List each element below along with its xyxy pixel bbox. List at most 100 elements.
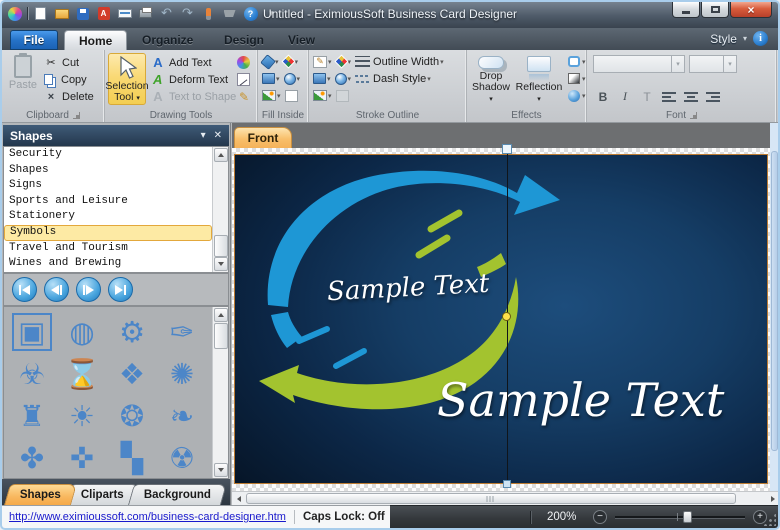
last-page-button[interactable] (108, 277, 133, 302)
glow-style-button[interactable]: ▾ (565, 88, 587, 104)
shape-thumb[interactable]: ☀ (62, 397, 102, 435)
panel-close-icon[interactable]: ✕ (214, 130, 222, 141)
cut-button[interactable]: ✂Cut (44, 54, 94, 71)
open-file-icon[interactable] (53, 5, 70, 22)
selection-node-icon[interactable] (502, 312, 511, 321)
stroke-image-button[interactable]: ▾ (312, 88, 333, 104)
category-item-wines[interactable]: Wines and Brewing (4, 256, 212, 272)
panel-collapse-icon[interactable]: ▾ (201, 130, 206, 141)
shape-grid-scrollbar[interactable] (212, 307, 228, 478)
tab-organize[interactable]: Organize (128, 30, 207, 50)
font-family-select[interactable]: ▾ (593, 55, 685, 73)
shape-thumb[interactable]: ❖ (112, 355, 152, 393)
scroll-up-icon[interactable] (214, 308, 228, 322)
shape-thumb[interactable]: ❧ (162, 397, 202, 435)
tab-view[interactable]: View (274, 30, 329, 50)
format-brush-icon[interactable] (200, 5, 217, 22)
save-icon[interactable] (74, 5, 91, 22)
new-document-icon[interactable] (32, 5, 49, 22)
canvas-horizontal-scrollbar[interactable] (232, 491, 779, 505)
align-right-button[interactable] (703, 88, 723, 105)
shape-thumb[interactable]: ✤ (12, 439, 52, 477)
undo-icon[interactable]: ↶ (158, 5, 175, 22)
shape-thumb[interactable]: ☣ (12, 355, 52, 393)
website-link[interactable]: http://www.eximioussoft.com/business-car… (9, 511, 286, 523)
scroll-right-icon[interactable] (766, 493, 779, 505)
paste-button[interactable]: Paste (4, 53, 42, 105)
category-item-stationery[interactable]: Stationery (4, 209, 212, 225)
outline-width-dropdown[interactable]: Outline Width▾ (354, 54, 445, 70)
scroll-left-icon[interactable] (232, 493, 245, 505)
zoom-in-button[interactable]: + (753, 510, 767, 524)
business-card[interactable]: Sample Text Sample Text (234, 154, 768, 484)
selection-handle-top[interactable] (502, 144, 512, 154)
drop-shadow-button[interactable]: DropShadow ▾ (469, 53, 513, 105)
close-button[interactable]: × (730, 2, 772, 18)
tab-design[interactable]: Design (210, 30, 278, 50)
next-page-button[interactable] (76, 277, 101, 302)
card-setup-icon[interactable] (116, 5, 133, 22)
color-wheel-button[interactable] (237, 54, 251, 71)
app-logo-icon[interactable] (6, 5, 23, 22)
style-caret-icon[interactable]: ▾ (743, 34, 747, 43)
tab-background[interactable]: Background (128, 484, 227, 505)
scrollbar-thumb[interactable] (246, 493, 736, 504)
zoom-slider[interactable] (615, 516, 745, 518)
delete-button[interactable]: ×Delete (44, 88, 94, 105)
shape-thumb[interactable]: ✑ (162, 313, 202, 351)
category-item-symbols-selected[interactable]: Symbols (4, 225, 212, 241)
copy-button[interactable]: Copy (44, 71, 94, 88)
redo-icon[interactable]: ↷ (179, 5, 196, 22)
fill-current-swatch[interactable] (284, 88, 299, 104)
maximize-button[interactable] (701, 2, 729, 18)
canvas-vertical-scrollbar[interactable] (770, 123, 779, 491)
category-item-sports[interactable]: Sports and Leisure (4, 194, 212, 210)
font-size-select[interactable]: ▾ (689, 55, 737, 73)
fill-radial-button[interactable]: ▾ (283, 71, 302, 87)
shopping-cart-icon[interactable] (221, 5, 238, 22)
scroll-up-icon[interactable] (214, 148, 228, 162)
shape-thumb[interactable]: ✺ (162, 355, 202, 393)
tab-home[interactable]: Home (64, 30, 127, 50)
export-pdf-icon[interactable]: A (95, 5, 112, 22)
stroke-gradient-button[interactable]: ▾ (335, 54, 353, 70)
fill-gradient-button[interactable]: ▾ (282, 54, 300, 70)
edit-nodes-button[interactable] (237, 71, 251, 88)
stroke-solid-button[interactable]: ▾ (312, 71, 332, 87)
selection-handle-bottom[interactable] (503, 480, 511, 488)
style-dropdown[interactable]: Style (710, 32, 737, 46)
shape-thumb[interactable]: ▚ (112, 439, 152, 477)
align-left-button[interactable] (659, 88, 679, 105)
shape-thumb[interactable]: ✜ (62, 439, 102, 477)
prev-page-button[interactable] (44, 277, 69, 302)
text-style-button[interactable]: T (637, 88, 657, 105)
tab-shapes[interactable]: Shapes (4, 484, 77, 505)
shape-thumb[interactable]: ▣ (12, 313, 52, 351)
bold-button[interactable]: B (593, 88, 613, 105)
help-icon[interactable]: ? (242, 5, 259, 22)
shape-thumb[interactable]: ❂ (112, 397, 152, 435)
selection-tool-button[interactable]: SelectionTool ▾ (108, 53, 146, 105)
fill-color-button[interactable]: ▾ (261, 54, 280, 70)
shape-thumb[interactable]: ☢ (162, 439, 202, 477)
info-icon[interactable]: i (753, 31, 768, 46)
fill-image-button[interactable]: ▾ (261, 88, 282, 104)
scroll-down-icon[interactable] (214, 257, 228, 271)
scrollbar-thumb[interactable] (214, 323, 228, 349)
category-item-security[interactable]: Security (4, 147, 212, 163)
add-text-button[interactable]: AAdd Text (151, 54, 236, 71)
deform-text-button[interactable]: ADeform Text (151, 71, 236, 88)
category-item-shapes[interactable]: Shapes (4, 163, 212, 179)
category-item-travel[interactable]: Travel and Tourism (4, 241, 212, 257)
scroll-down-icon[interactable] (214, 463, 228, 477)
font-dialog-launcher-icon[interactable] (690, 112, 697, 119)
first-page-button[interactable] (12, 277, 37, 302)
reflection-button[interactable]: Reflection▾ (515, 53, 563, 105)
stroke-current-swatch[interactable] (335, 88, 350, 104)
edge-style-button[interactable]: ▾ (565, 54, 587, 70)
minimize-button[interactable] (672, 2, 700, 18)
scrollbar-thumb[interactable] (214, 235, 228, 257)
shape-thumb[interactable]: ⚙ (112, 313, 152, 351)
zoom-slider-thumb[interactable] (683, 511, 692, 523)
align-center-button[interactable] (681, 88, 701, 105)
